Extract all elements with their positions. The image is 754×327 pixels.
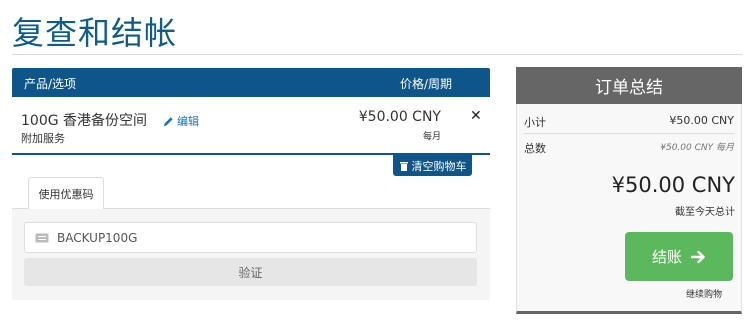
checkout-button[interactable]: 结账	[625, 232, 733, 281]
cart-item-row: 100G 香港备份空间 编辑 附加服务 ¥50.00 CNY 每月 ✕	[12, 97, 490, 154]
total-label: 总数	[524, 142, 546, 155]
promo-tab-label: 使用优惠码	[38, 187, 94, 201]
product-column-header: 产品/选项	[24, 77, 77, 91]
validate-promo-button[interactable]: 验证	[24, 258, 477, 286]
grand-total-label: 截至今天总计	[675, 207, 735, 218]
total-row: 总数 ¥50.00 CNY 每月	[524, 140, 734, 156]
order-summary-title: 订单总结	[516, 67, 742, 104]
subtotal-row: 小计 ¥50.00 CNY	[524, 114, 734, 130]
edit-item-label: 编辑	[177, 115, 199, 128]
title-divider	[12, 54, 742, 55]
promo-code-value: BACKUP100G	[57, 230, 138, 245]
item-name: 100G 香港备份空间	[21, 113, 148, 129]
checkout-label: 结账	[651, 248, 682, 266]
tab-promo-code[interactable]: 使用优惠码	[28, 177, 104, 209]
page-title: 复查和结帐	[12, 14, 178, 52]
item-price: ¥50.00 CNY	[358, 109, 441, 125]
edit-item-link[interactable]: 编辑	[163, 113, 199, 129]
subtotal-label: 小计	[524, 116, 546, 129]
price-column-header: 价格/周期	[400, 77, 453, 91]
pencil-icon	[163, 116, 173, 126]
cart-table-header: 产品/选项 价格/周期	[12, 68, 490, 97]
ticket-icon	[35, 233, 49, 242]
remove-item-button[interactable]: ✕	[470, 108, 482, 124]
arrow-right-icon	[690, 250, 705, 263]
item-billing-cycle: 每月	[422, 132, 441, 142]
summary-divider	[524, 133, 734, 134]
validate-label: 验证	[238, 265, 263, 280]
grand-total: ¥50.00 CNY	[611, 173, 735, 197]
continue-shopping-link[interactable]: 继续购物	[686, 287, 722, 300]
empty-cart-button[interactable]: 清空购物车	[393, 155, 472, 176]
empty-cart-label: 清空购物车	[411, 159, 467, 173]
total-value: ¥50.00 CNY 每月	[660, 143, 734, 153]
item-subtitle: 附加服务	[21, 132, 65, 145]
close-icon: ✕	[470, 108, 482, 124]
trash-icon	[399, 161, 408, 171]
subtotal-value: ¥50.00 CNY	[669, 114, 734, 127]
promo-code-input[interactable]: BACKUP100G	[24, 222, 477, 253]
